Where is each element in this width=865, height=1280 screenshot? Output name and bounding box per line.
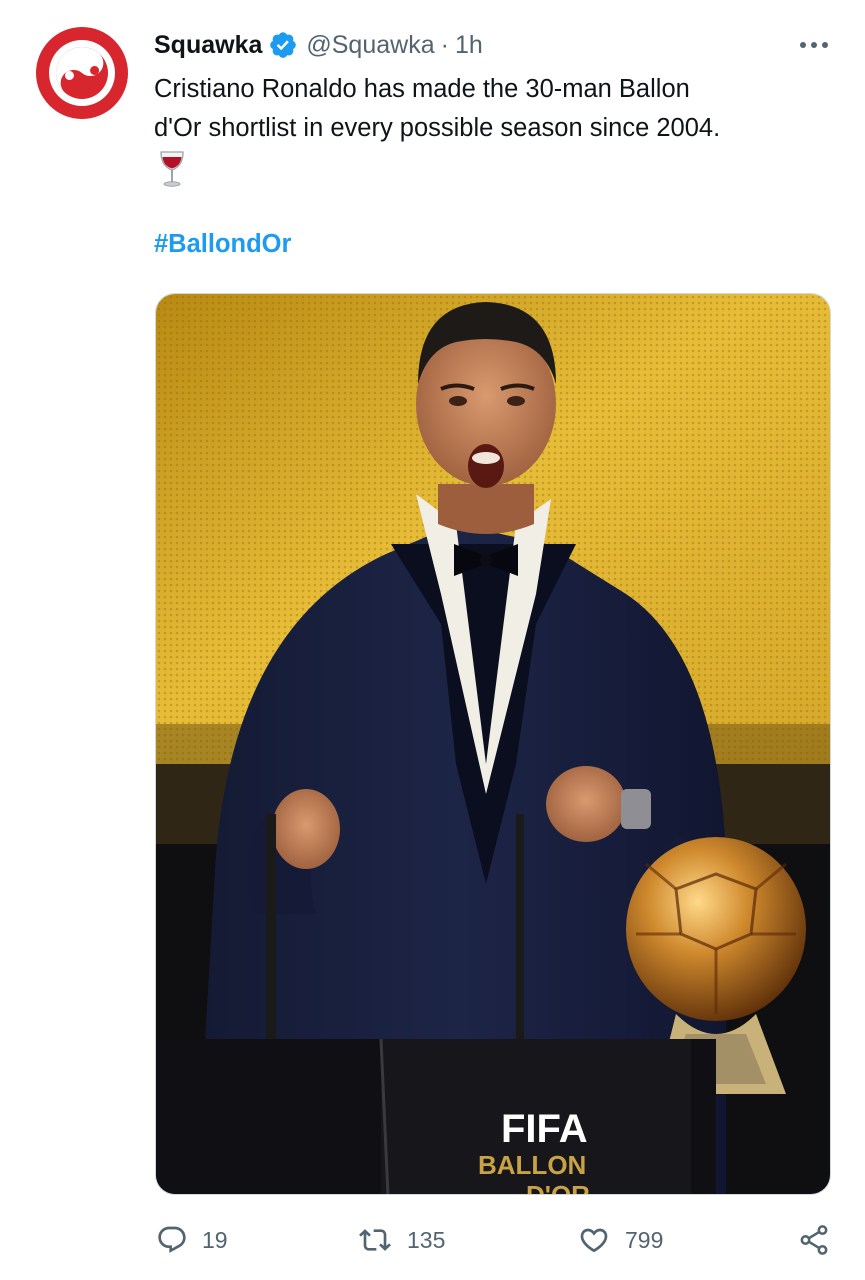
wine-glass-emoji [160,151,184,187]
retweet-button[interactable]: 135 [357,1218,445,1262]
retweet-count: 135 [407,1226,446,1253]
share-icon [800,1225,828,1255]
display-name[interactable]: Squawka [154,31,262,60]
tweet[interactable]: Squawka @Squawka · 1h Cristiano Ronaldo … [0,0,865,1280]
hashtag-link[interactable]: #BallondOr [154,230,291,259]
separator-dot: · [440,30,449,59]
squawka-logo [36,27,128,119]
tweet-text: Cristiano Ronaldo has made the 30-man Ba… [154,70,834,148]
handle[interactable]: @Squawka [306,31,434,60]
retweet-icon [359,1229,391,1251]
tweet-header: Squawka @Squawka · 1h [154,28,483,62]
tweet-text-line: Cristiano Ronaldo has made the 30-man Ba… [154,75,690,103]
share-button[interactable] [797,1218,831,1262]
podium-fifa-text: FIFA [501,1107,588,1151]
more-options-button[interactable] [797,30,831,60]
tweet-text-line: d'Or shortlist in every possible season … [154,114,721,142]
avatar[interactable] [34,25,130,121]
tweet-actions: 19 135 799 [0,1218,865,1262]
like-button[interactable]: 799 [577,1218,663,1262]
reply-count: 19 [202,1226,228,1253]
timestamp[interactable]: 1h [455,31,483,60]
podium-dor-text: D'OR [526,1180,590,1195]
tweet-photo[interactable]: FIFA BALLON D'OR [155,293,831,1195]
reply-button[interactable]: 19 [156,1218,228,1262]
more-options-icon [800,42,828,48]
verified-badge-icon [268,30,298,60]
like-icon [580,1228,608,1253]
like-count: 799 [625,1226,664,1253]
reply-icon [158,1226,186,1253]
podium-ballon-text: BALLON [478,1150,586,1180]
